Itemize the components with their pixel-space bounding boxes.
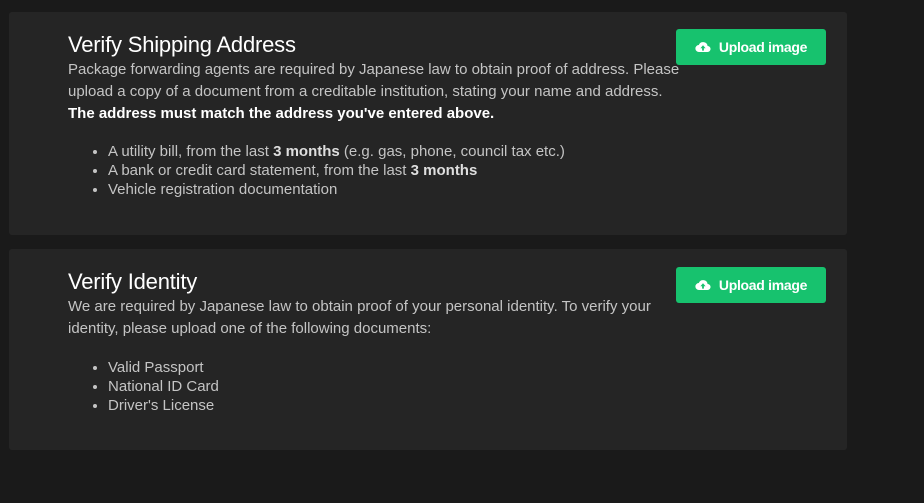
upload-address-image-button[interactable]: Upload image — [676, 29, 826, 65]
upload-address-image-label: Upload image — [718, 39, 808, 55]
address-document-text: Vehicle registration documentation — [108, 181, 338, 198]
identity-title: Verify Identity — [68, 269, 198, 294]
address-document-item: A utility bill, from the last 3 months (… — [108, 142, 565, 161]
identity-card: Verify Identity We are required by Japan… — [9, 249, 847, 450]
shipping-address-description-text: Package forwarding agents are required b… — [68, 61, 680, 100]
shipping-address-card: Verify Shipping Address Package forwardi… — [9, 12, 847, 235]
identity-description: We are required by Japanese law to obtai… — [68, 298, 651, 337]
address-document-period: 3 months — [410, 162, 478, 179]
upload-identity-image-label: Upload image — [718, 277, 808, 293]
identity-document-list: Valid Passport National ID Card Driver's… — [86, 358, 219, 415]
address-document-item: Vehicle registration documentation — [108, 180, 565, 199]
identity-document-item: Driver's License — [108, 396, 219, 415]
address-document-text: A utility bill, from the last — [108, 143, 274, 160]
address-document-note: (e.g. gas, phone, council tax etc.) — [339, 143, 565, 160]
address-document-text: A bank or credit card statement, from th… — [108, 162, 411, 179]
shipping-address-description: Package forwarding agents are required b… — [68, 59, 680, 125]
upload-identity-image-button[interactable]: Upload image — [676, 267, 826, 303]
identity-document-item: Valid Passport — [108, 358, 219, 377]
address-document-period: 3 months — [273, 143, 340, 160]
address-document-item: A bank or credit card statement, from th… — [108, 161, 565, 180]
address-document-list: A utility bill, from the last 3 months (… — [86, 142, 565, 199]
shipping-address-emphasis: The address must match the address you'v… — [68, 105, 495, 122]
identity-document-item: National ID Card — [108, 377, 219, 396]
cloud-upload-icon — [695, 278, 711, 292]
shipping-address-title: Verify Shipping Address — [68, 32, 296, 57]
cloud-upload-icon — [695, 40, 711, 54]
